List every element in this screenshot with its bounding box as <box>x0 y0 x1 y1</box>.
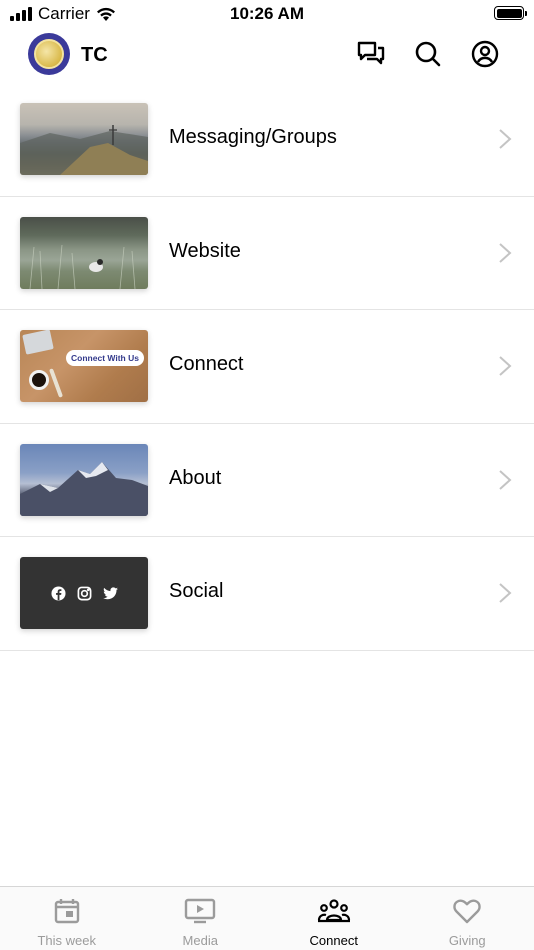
status-bar: Carrier 10:26 AM <box>0 0 534 30</box>
tab-media[interactable]: Media <box>134 887 268 950</box>
battery-icon <box>494 6 527 20</box>
pen-graphic <box>48 368 64 398</box>
menu-item-label: About <box>169 466 222 489</box>
about-thumbnail <box>20 443 148 516</box>
app-header: TC <box>0 30 534 80</box>
tab-label: Connect <box>309 933 358 948</box>
heart-icon <box>453 899 481 924</box>
tab-bar: This week Media Connect Giving <box>0 886 534 950</box>
profile-button[interactable] <box>469 38 501 70</box>
chevron-right-icon <box>499 469 512 490</box>
tab-giving[interactable]: Giving <box>401 887 534 950</box>
tab-connect[interactable]: Connect <box>267 887 401 950</box>
instagram-icon <box>77 586 91 600</box>
logo-emblem <box>34 39 64 69</box>
chat-bubbles-icon <box>357 41 385 65</box>
menu-item-connect[interactable]: Connect With Us Connect <box>0 310 534 424</box>
social-thumbnail <box>20 557 148 629</box>
chevron-right-icon <box>499 356 512 376</box>
menu-item-website[interactable]: Website <box>0 197 534 310</box>
laptop-graphic <box>22 330 54 355</box>
status-time: 10:26 AM <box>229 4 304 23</box>
tab-label: Giving <box>448 933 486 948</box>
tab-label: Media <box>182 933 218 948</box>
website-thumbnail <box>20 216 148 289</box>
menu-item-label: Messaging/Groups <box>169 126 337 148</box>
coffee-cup-graphic <box>29 370 49 390</box>
menu-item-social[interactable]: Social <box>0 537 534 651</box>
connect-with-us-banner: Connect With Us <box>66 350 144 366</box>
people-group-icon <box>317 899 350 923</box>
search-icon <box>415 41 441 67</box>
tv-play-icon <box>185 898 216 924</box>
menu-item-messaging-groups[interactable]: Messaging/Groups <box>0 83 534 197</box>
tab-this-week[interactable]: This week <box>0 887 134 950</box>
messages-button[interactable] <box>355 38 387 70</box>
user-circle-icon <box>471 40 499 68</box>
twitter-icon <box>102 586 118 599</box>
calendar-icon <box>54 899 79 924</box>
connect-menu-list: Messaging/Groups Website Connect With Us <box>0 83 534 651</box>
search-button[interactable] <box>412 38 444 70</box>
menu-item-label: Website <box>169 239 241 262</box>
tab-label: This week <box>37 933 97 948</box>
app-title: TC <box>81 44 108 66</box>
chevron-right-icon <box>499 129 512 149</box>
menu-item-about[interactable]: About <box>0 424 534 537</box>
menu-item-label: Social <box>169 580 224 602</box>
connect-thumbnail: Connect With Us <box>20 330 148 402</box>
facebook-icon <box>50 585 66 601</box>
chevron-right-icon <box>499 583 512 603</box>
messaging-thumbnail <box>20 103 148 175</box>
chevron-right-icon <box>499 242 512 263</box>
church-logo[interactable] <box>28 33 70 75</box>
menu-item-label: Connect <box>169 353 244 375</box>
